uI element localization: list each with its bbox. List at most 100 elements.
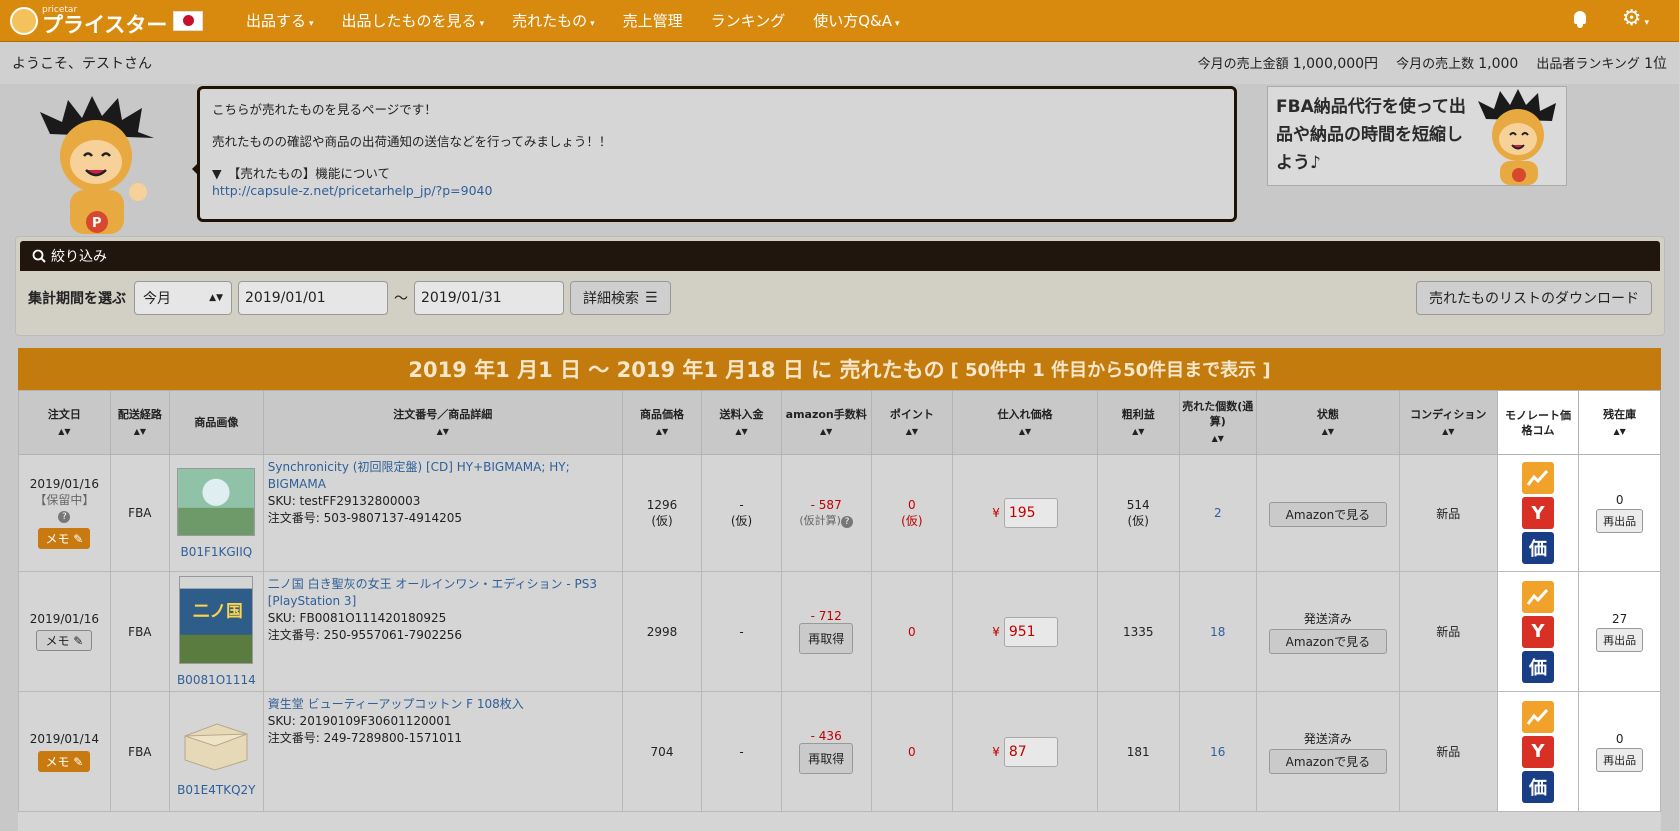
asin-link[interactable]: B01E4TKQ2Y	[174, 783, 259, 797]
refetch-fee-button[interactable]: 再取得	[799, 623, 854, 654]
period-select[interactable]: 今月 ▲▼	[134, 281, 232, 315]
logo-title: プライスター	[42, 12, 168, 37]
memo-button[interactable]: メモ ✎	[38, 528, 91, 549]
sku: SKU: 20190109F30601120001	[267, 714, 452, 728]
filter-title: 絞り込み	[51, 249, 107, 265]
fba-banner[interactable]: FBA納品代行を使って出品や納品の時間を短縮しよう♪	[1267, 86, 1567, 186]
points: 0	[870, 691, 954, 812]
relist-button[interactable]: 再出品	[1596, 509, 1644, 533]
help-icon[interactable]: ?	[840, 516, 853, 528]
col-shipping-route[interactable]: 配送経路 ▲▼	[109, 390, 170, 455]
sold-count-link[interactable]: 16	[1178, 691, 1258, 812]
cost-input[interactable]: 951	[1003, 616, 1058, 647]
order-date: 2019/01/14	[29, 731, 99, 746]
menu-view-listings[interactable]: 出品したものを見る ▾	[328, 10, 499, 31]
monorate-icon[interactable]	[1522, 580, 1554, 613]
col-sold-count[interactable]: 売れた個数(通算) ▲▼	[1178, 390, 1258, 455]
col-points[interactable]: ポイント ▲▼	[870, 390, 954, 455]
kakaku-icon[interactable]: 価	[1522, 532, 1554, 564]
amazon-fee: - 712	[810, 609, 842, 623]
product-title-link[interactable]: 資生堂 ビューティーアップコットン F 108枚入	[268, 696, 618, 713]
col-amazon-fee[interactable]: amazon手数料 ▲▼	[780, 390, 872, 455]
remaining-stock: 0	[1615, 731, 1624, 746]
shipping-route: FBA	[109, 691, 170, 812]
yahoo-icon[interactable]: Y	[1522, 735, 1554, 768]
yahoo-icon[interactable]: Y	[1522, 497, 1554, 529]
logo-mark-icon	[10, 6, 38, 35]
memo-button[interactable]: メモ ✎	[36, 630, 93, 651]
filter-header[interactable]: 絞り込み	[20, 241, 1660, 271]
table-row: 2019/01/16 【保留中】 ? メモ ✎ FBA B01F1KGIIQ S…	[18, 454, 1661, 572]
status-text: 発送済み	[1303, 731, 1352, 746]
col-condition[interactable]: コンディション ▲▼	[1398, 390, 1498, 455]
help-link[interactable]: http://capsule-z.net/pricetarhelp_jp/?p=…	[212, 182, 1222, 199]
product-thumbnail[interactable]	[177, 467, 256, 536]
filter-panel: 絞り込み 集計期間を選ぶ 今月 ▲▼ 2019/01/01 〜 2019/01/3…	[15, 236, 1665, 336]
shipping-route: FBA	[109, 454, 170, 572]
menu-help-qa[interactable]: 使い方Q&A ▾	[799, 10, 913, 31]
col-order-date[interactable]: 注文日 ▲▼	[18, 390, 111, 455]
sold-count-link[interactable]: 2	[1178, 454, 1258, 572]
gross-profit: 1335	[1096, 571, 1180, 692]
monorate-icon[interactable]	[1522, 700, 1554, 733]
menu-listing[interactable]: 出品する ▾	[232, 10, 328, 31]
condition: 新品	[1398, 454, 1498, 572]
view-on-amazon-button[interactable]: Amazonで見る	[1268, 748, 1388, 774]
asin-link[interactable]: B01F1KGIIQ	[174, 545, 259, 559]
view-on-amazon-button[interactable]: Amazonで見る	[1268, 628, 1388, 654]
product-title-link[interactable]: Synchronicity (初回限定盤) [CD] HY+BIGMAMA; H…	[268, 459, 618, 493]
monorate-icon[interactable]	[1522, 462, 1554, 494]
bell-icon[interactable]	[1572, 9, 1588, 29]
fba-banner-text: FBA納品代行を使って出品や納品の時間を短縮しよう♪	[1276, 97, 1466, 173]
cost-input[interactable]: 195	[1003, 498, 1058, 528]
relist-button[interactable]: 再出品	[1596, 627, 1644, 652]
amazon-fee: - 587	[810, 498, 842, 512]
japan-flag-icon[interactable]	[173, 10, 204, 31]
col-price[interactable]: 商品価格 ▲▼	[621, 390, 703, 455]
main-menu: 出品する ▾ 出品したものを見る ▾ 売れたもの ▾ 売上管理 ランキング 使い方Q&…	[232, 10, 914, 31]
relist-button[interactable]: 再出品	[1596, 747, 1644, 772]
condition: 新品	[1398, 571, 1498, 692]
asin-link[interactable]: B0081O1114	[174, 673, 259, 687]
gear-icon[interactable]: ⚙ ▾	[1622, 8, 1649, 30]
download-list-button[interactable]: 売れたものリストのダウンロード	[1416, 281, 1652, 315]
col-profit[interactable]: 粗利益 ▲▼	[1096, 390, 1180, 455]
refetch-fee-button[interactable]: 再取得	[799, 743, 854, 774]
period-label: 集計期間を選ぶ	[28, 291, 126, 307]
col-order-detail[interactable]: 注文番号／商品詳細 ▲▼	[262, 390, 623, 455]
points: 0	[870, 571, 954, 692]
kakaku-icon[interactable]: 価	[1522, 650, 1554, 683]
updown-icon: ▲▼	[209, 293, 223, 303]
logo-subtitle: pricetar	[42, 4, 78, 15]
detail-search-button[interactable]: 詳細検索 ☰	[570, 281, 671, 315]
kakaku-icon[interactable]: 価	[1522, 770, 1554, 803]
product-title-link[interactable]: 二ノ国 白き聖灰の女王 オールインワン・エディション - PS3 [PlaySt…	[268, 576, 618, 610]
col-status[interactable]: 状態 ▲▼	[1256, 390, 1400, 455]
date-to-input[interactable]: 2019/01/31	[414, 281, 564, 315]
date-from-input[interactable]: 2019/01/01	[238, 281, 388, 315]
product-thumbnail[interactable]: 二ノ国	[179, 576, 254, 670]
col-cost[interactable]: 仕入れ価格 ▲▼	[952, 390, 1098, 455]
yahoo-icon[interactable]: Y	[1522, 615, 1554, 648]
results-count: [ 50件中 1 件目から50件目まで表示 ]	[950, 360, 1271, 381]
view-on-amazon-button[interactable]: Amazonで見る	[1268, 501, 1388, 527]
logo[interactable]: pricetar プライスター	[10, 4, 210, 37]
col-shipping-deposit[interactable]: 送料入金 ▲▼	[701, 390, 782, 455]
greeting: ようこそ、テストさん	[12, 56, 152, 72]
order-date: 2019/01/16	[29, 612, 99, 626]
menu-sales-management[interactable]: 売上管理	[609, 10, 697, 31]
product-thumbnail[interactable]	[177, 706, 256, 774]
col-stock[interactable]: 残在庫 ▲▼	[1578, 390, 1661, 455]
product-price: 2998	[621, 571, 703, 692]
search-icon	[32, 249, 46, 263]
product-price: 1296	[646, 497, 678, 512]
order-number: 注文番号: 503-9807137-4914205	[267, 511, 463, 525]
menu-sold-items[interactable]: 売れたもの ▾	[498, 10, 609, 31]
help-icon[interactable]: ?	[58, 511, 71, 523]
menu-ranking[interactable]: ランキング	[697, 10, 800, 31]
monthly-sales-count: 1,000	[1478, 56, 1519, 72]
info-line-3: ▼ 【売れたもの】機能について	[212, 166, 390, 181]
cost-input[interactable]: 87	[1003, 736, 1058, 767]
sold-count-link[interactable]: 18	[1178, 571, 1258, 692]
memo-button[interactable]: メモ ✎	[38, 750, 91, 772]
